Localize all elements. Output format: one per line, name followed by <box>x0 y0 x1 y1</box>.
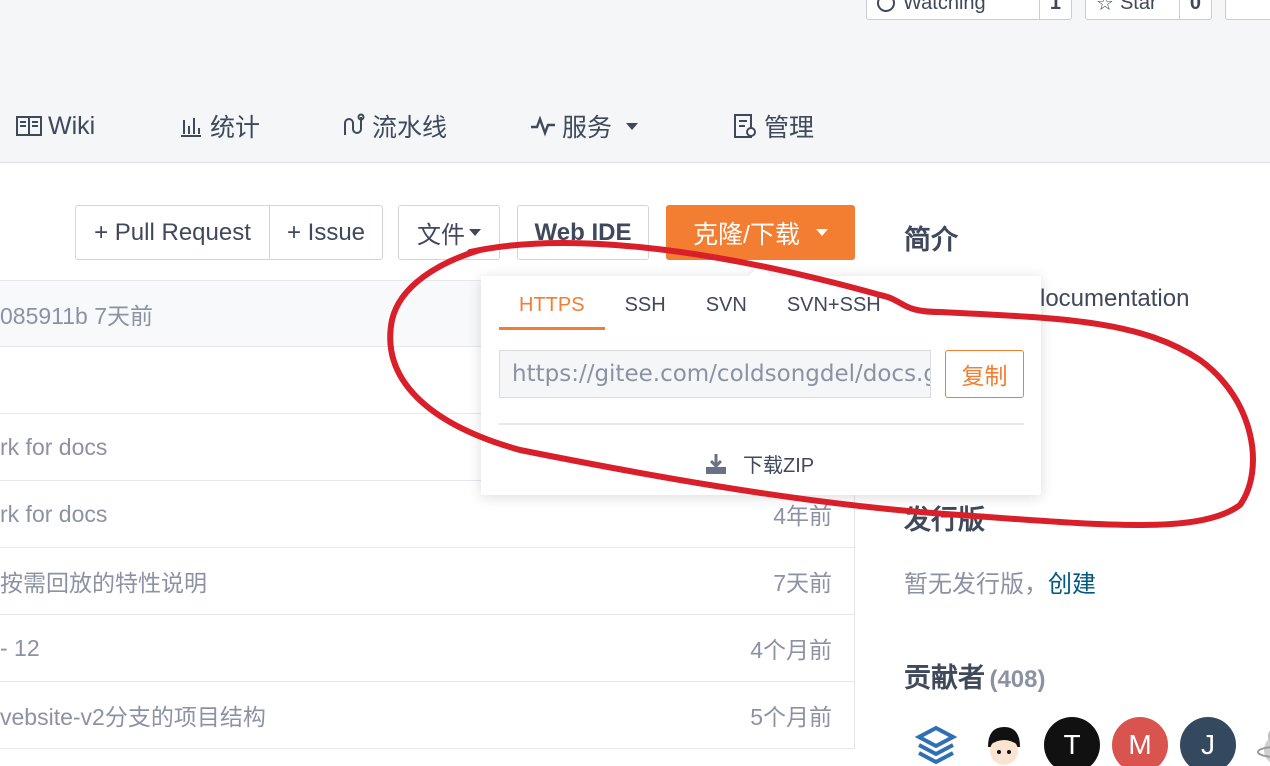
pulse-icon <box>530 113 556 139</box>
star-button[interactable]: ☆ Star 0 <box>1085 0 1212 20</box>
watching-button[interactable]: Watching 1 <box>866 0 1072 20</box>
popover-arrow <box>748 264 772 288</box>
layers-icon <box>914 725 958 765</box>
contributors-title: 贡献者 <box>904 663 985 693</box>
avatar[interactable]: M <box>1112 717 1168 766</box>
download-zip-link[interactable]: 下载ZIP <box>705 449 814 478</box>
fork-button[interactable] <box>1225 0 1270 20</box>
settings-doc-icon <box>732 113 758 139</box>
list-item[interactable]: - 12 4个月前 <box>0 615 854 682</box>
release-title: 发行版 <box>904 505 985 535</box>
cartoon-avatar-icon <box>988 727 1020 765</box>
chevron-down-icon <box>469 229 481 236</box>
download-icon <box>706 453 726 474</box>
eye-icon <box>877 0 895 12</box>
avatar[interactable]: J <box>1180 717 1236 766</box>
book-icon <box>16 113 42 139</box>
chevron-down-icon <box>626 122 639 130</box>
tab-wiki[interactable]: Wiki <box>16 108 95 144</box>
create-release-link[interactable]: 创建 <box>1048 571 1096 598</box>
list-item[interactable]: vebsite-v2分支的项目结构 5个月前 <box>0 682 854 749</box>
clone-download-button[interactable]: 克隆/下载 <box>666 205 855 260</box>
chevron-down-icon <box>815 229 828 236</box>
watching-label: Watching <box>867 0 1039 19</box>
copy-button[interactable]: 复制 <box>945 350 1024 398</box>
pipeline-icon <box>340 113 366 139</box>
divider <box>499 423 1024 425</box>
star-count: 0 <box>1178 0 1211 19</box>
clone-url-input[interactable]: https://gitee.com/coldsongdel/docs.git <box>499 350 931 398</box>
avatar[interactable]: T <box>1044 717 1100 766</box>
release-info: 暂无发行版，创建 <box>904 571 1096 598</box>
issue-button[interactable]: + Issue <box>269 206 382 259</box>
avatar[interactable] <box>908 717 964 766</box>
intro-title: 简介 <box>904 225 958 255</box>
pull-request-button[interactable]: + Pull Request <box>76 206 269 259</box>
star-label: ☆ Star <box>1086 0 1179 19</box>
clone-popover: HTTPS SSH SVN SVN+SSH https://gitee.com/… <box>481 264 1041 495</box>
bar-chart-icon <box>178 113 204 139</box>
contributor-avatars: T M J <box>908 717 1270 766</box>
star-icon: ☆ <box>1096 0 1114 15</box>
contributors-heading: 贡献者 (408) <box>904 656 1045 695</box>
tab-https[interactable]: HTTPS <box>499 290 605 330</box>
avatar[interactable] <box>976 717 1032 766</box>
watching-count: 1 <box>1038 0 1071 19</box>
tab-manage[interactable]: 管理 <box>732 108 814 144</box>
list-item[interactable]: 按需回放的特性说明 7天前 <box>0 548 854 615</box>
tab-pipeline[interactable]: 流水线 <box>340 108 447 144</box>
file-button[interactable]: 文件 <box>398 205 500 260</box>
intro-text: locumentation <box>1040 285 1190 312</box>
tab-svn[interactable]: SVN <box>686 290 767 330</box>
avatar[interactable] <box>1248 717 1270 766</box>
web-ide-button[interactable]: Web IDE <box>517 205 649 260</box>
cat-avatar-icon <box>1257 730 1270 763</box>
protocol-tabs: HTTPS SSH SVN SVN+SSH <box>499 290 901 330</box>
tab-ssh[interactable]: SSH <box>605 290 686 330</box>
tab-services[interactable]: 服务 <box>530 108 639 144</box>
contributors-count: (408) <box>989 666 1046 693</box>
tab-svn-ssh[interactable]: SVN+SSH <box>767 290 901 330</box>
pr-issue-group: + Pull Request + Issue <box>75 205 383 260</box>
tab-stats[interactable]: 统计 <box>178 108 260 144</box>
